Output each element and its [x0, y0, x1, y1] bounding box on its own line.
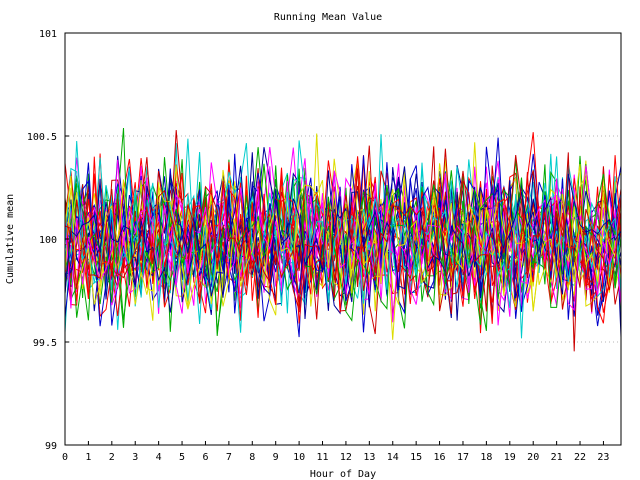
x-axis-label: Hour of Day: [310, 469, 376, 480]
chart-title: Running Mean Value: [274, 12, 382, 23]
x-tick-label: 2: [109, 452, 115, 463]
x-tick-label: 5: [179, 452, 185, 463]
x-tick-label: 9: [273, 452, 279, 463]
x-tick-label: 10: [293, 452, 305, 463]
x-tick-label: 23: [597, 452, 609, 463]
x-tick-label: 3: [132, 452, 138, 463]
x-tick-label: 14: [387, 452, 399, 463]
y-tick-label: 100: [39, 235, 57, 246]
chart: Running Mean Value 9999.5100100.5101 012…: [0, 0, 640, 480]
x-tick-label: 13: [363, 452, 375, 463]
y-tick-label: 100.5: [27, 132, 57, 143]
x-tick-label: 16: [434, 452, 446, 463]
x-tick-label: 21: [551, 452, 563, 463]
x-tick-label: 20: [527, 452, 539, 463]
x-tick-label: 4: [156, 452, 162, 463]
x-tick-label: 0: [62, 452, 68, 463]
y-tick-label: 99: [45, 441, 57, 452]
x-tick-label: 12: [340, 452, 352, 463]
x-tick-label: 22: [574, 452, 586, 463]
x-tick-label: 18: [480, 452, 492, 463]
x-tick-label: 17: [457, 452, 469, 463]
y-axis-label: Cumulative mean: [5, 194, 16, 284]
x-tick-label: 19: [504, 452, 516, 463]
x-tick-label: 1: [85, 452, 91, 463]
x-tick-label: 8: [249, 452, 255, 463]
y-tick-label: 101: [39, 29, 57, 40]
x-tick-label: 11: [316, 452, 328, 463]
x-tick-label: 6: [202, 452, 208, 463]
x-tick-label: 7: [226, 452, 232, 463]
y-tick-label: 99.5: [33, 338, 57, 349]
x-tick-label: 15: [410, 452, 422, 463]
